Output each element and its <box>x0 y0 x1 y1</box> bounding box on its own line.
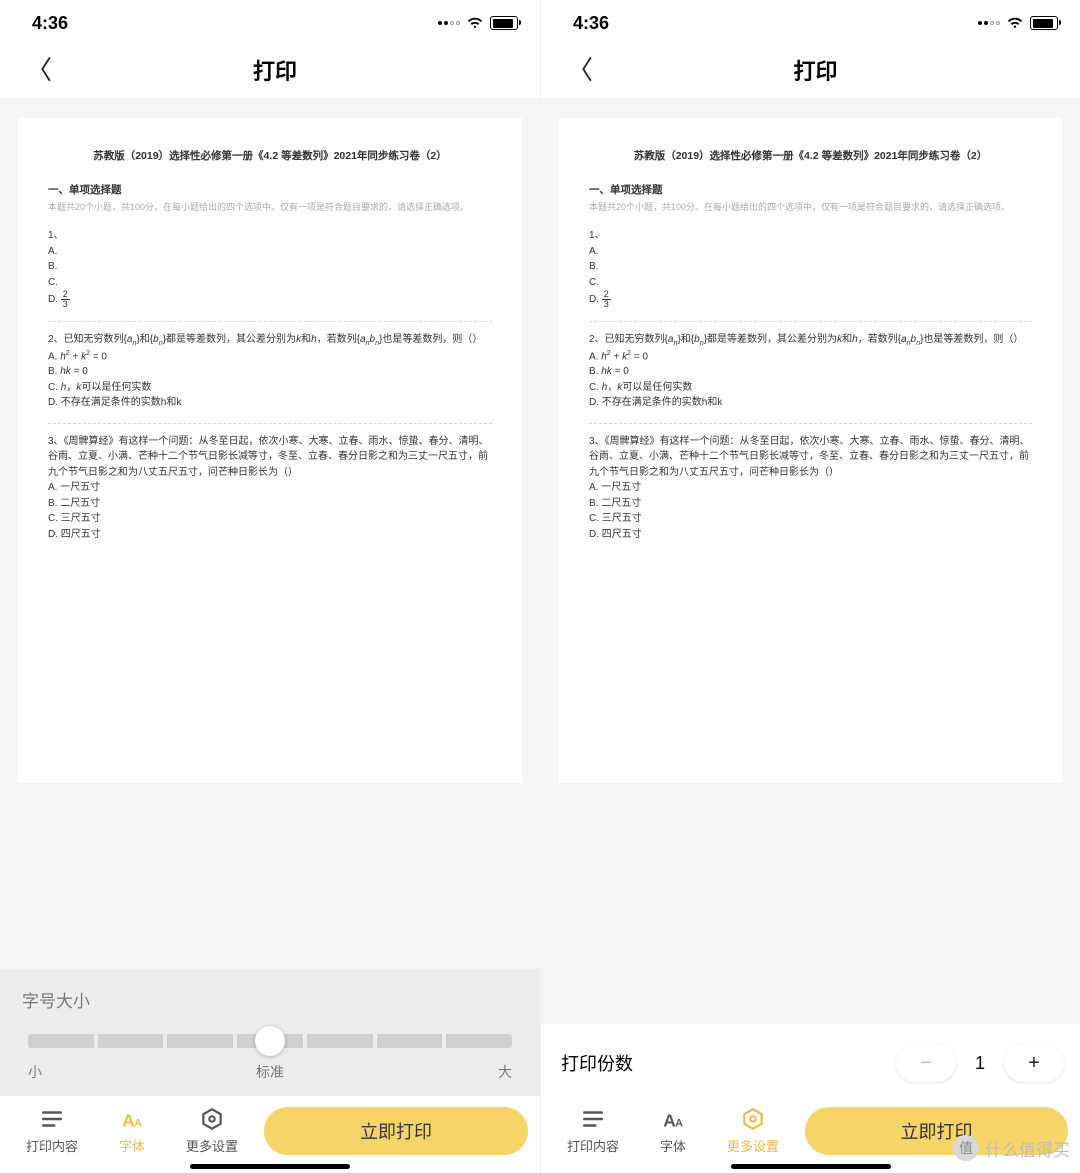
status-bar: 4:36 <box>0 0 540 42</box>
toolbar: 打印内容 AA 字体 更多设置 立即打印 <box>0 1096 540 1173</box>
print-button[interactable]: 立即打印 <box>264 1107 528 1155</box>
home-indicator[interactable] <box>190 1164 350 1169</box>
battery-icon <box>490 16 518 30</box>
copies-increment[interactable]: + <box>1004 1044 1064 1082</box>
slider-thumb[interactable] <box>255 1026 285 1056</box>
status-icons <box>978 16 1058 30</box>
doc-title: 苏教版（2019）选择性必修第一册《4.2 等差数列》2021年同步练习卷（2） <box>589 148 1032 164</box>
section-subtitle: 本题共20个小题，共100分。在每小题给出的四个选项中，仅有一项是符合题目要求的… <box>48 201 492 215</box>
question-3: 3、《周髀算经》有这样一个问题：从冬至日起，依次小寒、大寒、立春、雨水、惊蛰、春… <box>48 434 492 543</box>
status-icons <box>438 16 518 30</box>
question-2: 2、已知无穷数列{an}和{bn}都是等差数列，其公差分别为k和h，若数列{an… <box>589 332 1032 410</box>
wifi-icon <box>466 16 484 30</box>
back-button[interactable]: 〈 <box>559 52 601 88</box>
section-subtitle: 本题共20个小题，共100分。在每小题给出的四个选项中，仅有一项是符合题目要求的… <box>589 201 1032 215</box>
doc-title: 苏教版（2019）选择性必修第一册《4.2 等差数列》2021年同步练习卷（2） <box>48 148 492 164</box>
preview-area: 苏教版（2019）选择性必修第一册《4.2 等差数列》2021年同步练习卷（2）… <box>541 98 1080 1173</box>
slider-label-standard: 标准 <box>256 1062 284 1082</box>
copies-stepper: − 1 + <box>896 1044 1064 1082</box>
font-size-slider[interactable] <box>22 1034 518 1048</box>
back-button[interactable]: 〈 <box>18 52 60 88</box>
page-title: 打印 <box>60 54 490 86</box>
tab-font[interactable]: AA 字体 <box>96 1106 168 1155</box>
slider-label-large: 大 <box>498 1062 512 1082</box>
question-2: 2、已知无穷数列{an}和{bn}都是等差数列，其公差分别为k和h，若数列{an… <box>48 332 492 410</box>
gear-icon <box>199 1106 225 1132</box>
list-icon <box>580 1106 606 1132</box>
home-indicator[interactable] <box>731 1164 891 1169</box>
font-size-label: 字号大小 <box>22 987 518 1012</box>
slider-label-small: 小 <box>28 1062 42 1082</box>
document-preview[interactable]: 苏教版（2019）选择性必修第一册《4.2 等差数列》2021年同步练习卷（2）… <box>18 118 522 783</box>
status-bar: 4:36 <box>541 0 1080 42</box>
section-title: 一、单项选择题 <box>589 182 1032 198</box>
question-3: 3、《周髀算经》有这样一个问题：从冬至日起，依次小寒、大寒、立春、雨水、惊蛰、春… <box>589 434 1032 543</box>
section-title: 一、单项选择题 <box>48 182 492 198</box>
nav-bar: 〈 打印 <box>541 42 1080 98</box>
svg-text:A: A <box>675 1118 683 1130</box>
font-icon: AA <box>660 1106 686 1132</box>
status-time: 4:36 <box>573 13 609 34</box>
copies-decrement[interactable]: − <box>896 1044 956 1082</box>
wifi-icon <box>1006 16 1024 30</box>
font-size-panel: 字号大小 小 标准 大 <box>0 969 540 1096</box>
list-icon <box>39 1106 65 1132</box>
battery-icon <box>1030 16 1058 30</box>
copies-label: 打印份数 <box>561 1050 633 1076</box>
tab-more-settings[interactable]: 更多设置 <box>717 1106 789 1155</box>
gear-icon <box>740 1106 766 1132</box>
watermark-badge-icon: 值 <box>953 1135 979 1161</box>
watermark-text: 什么值得买 <box>985 1136 1070 1161</box>
status-time: 4:36 <box>32 13 68 34</box>
question-1: 1、 A. B. C. D. 23 <box>589 228 1032 309</box>
tab-print-content[interactable]: 打印内容 <box>557 1106 629 1155</box>
cellular-icon <box>978 21 1000 25</box>
tab-font[interactable]: AA 字体 <box>637 1106 709 1155</box>
font-icon: AA <box>119 1106 145 1132</box>
copies-panel: 打印份数 − 1 + <box>541 1024 1080 1096</box>
document-preview[interactable]: 苏教版（2019）选择性必修第一册《4.2 等差数列》2021年同步练习卷（2）… <box>559 118 1062 783</box>
cellular-icon <box>438 21 460 25</box>
copies-value: 1 <box>956 1053 1004 1074</box>
tab-more-settings[interactable]: 更多设置 <box>176 1106 248 1155</box>
svg-text:A: A <box>134 1118 142 1130</box>
nav-bar: 〈 打印 <box>0 42 540 98</box>
watermark: 值 什么值得买 <box>953 1135 1070 1161</box>
bottom-controls: 字号大小 小 标准 大 打印内容 <box>0 969 540 1173</box>
tab-print-content[interactable]: 打印内容 <box>16 1106 88 1155</box>
question-1: 1、 A. B. C. D. 23 <box>48 228 492 309</box>
page-title: 打印 <box>601 54 1030 86</box>
